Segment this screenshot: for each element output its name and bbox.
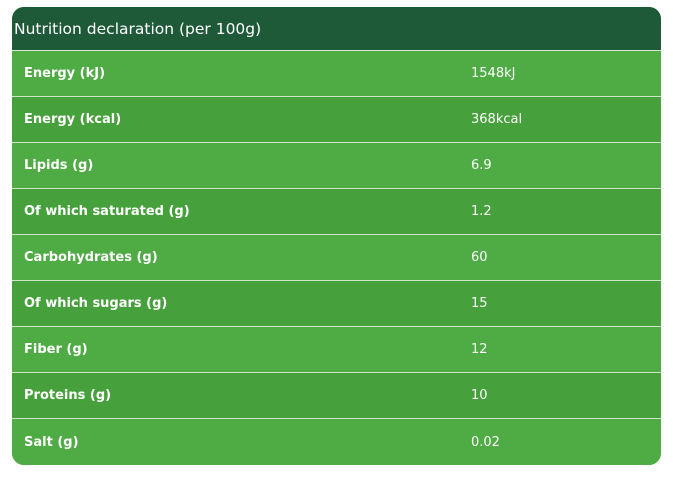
row-label: Carbohydrates (g) xyxy=(24,250,158,265)
row-label: Lipids (g) xyxy=(24,158,94,173)
nutrition-table: Nutrition declaration (per 100g) Energy … xyxy=(12,7,661,465)
table-row: Lipids (g) 6.9 xyxy=(12,143,661,189)
row-label: Fiber (g) xyxy=(24,342,88,357)
table-row: Energy (kJ) 1548kJ xyxy=(12,51,661,97)
row-label: Salt (g) xyxy=(24,434,79,450)
row-value: 368kcal xyxy=(471,112,523,127)
table-row: Fiber (g) 12 xyxy=(12,327,661,373)
table-title: Nutrition declaration (per 100g) xyxy=(12,7,661,51)
row-value: 60 xyxy=(471,250,488,265)
row-value: 10 xyxy=(471,388,488,403)
table-row: Energy (kcal) 368kcal xyxy=(12,97,661,143)
table-row: Proteins (g) 10 xyxy=(12,373,661,419)
row-label: Energy (kcal) xyxy=(24,112,122,127)
row-value: 1.2 xyxy=(471,204,492,219)
table-row: Of which sugars (g) 15 xyxy=(12,281,661,327)
row-label: Proteins (g) xyxy=(24,388,112,403)
row-value: 15 xyxy=(471,296,488,311)
row-value: 0.02 xyxy=(471,434,500,450)
row-value: 6.9 xyxy=(471,158,492,173)
row-label: Energy (kJ) xyxy=(24,66,106,81)
table-row: Of which saturated (g) 1.2 xyxy=(12,189,661,235)
row-value: 1548kJ xyxy=(471,66,516,81)
row-value: 12 xyxy=(471,342,488,357)
row-label: Of which saturated (g) xyxy=(24,204,190,219)
row-label: Of which sugars (g) xyxy=(24,296,168,311)
table-row: Carbohydrates (g) 60 xyxy=(12,235,661,281)
table-row: Salt (g) 0.02 xyxy=(12,419,661,465)
